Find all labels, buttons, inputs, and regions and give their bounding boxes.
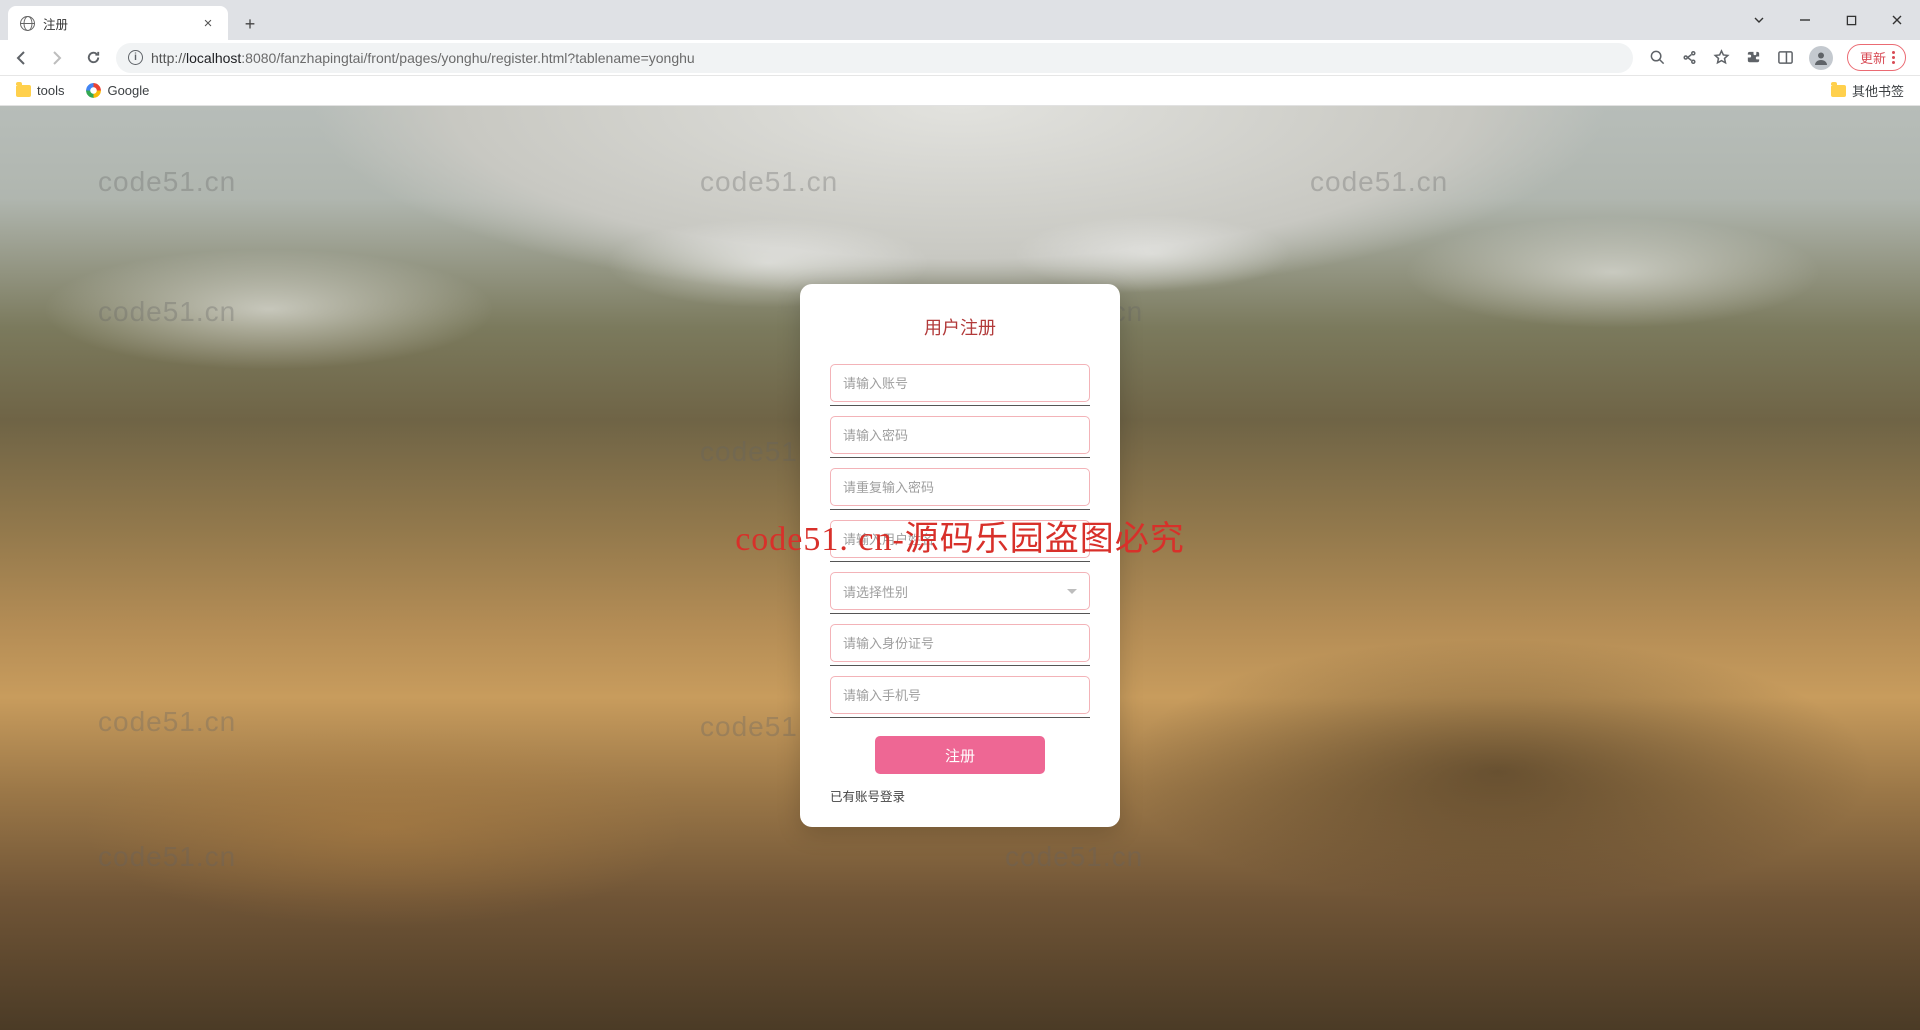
gender-select[interactable]: 请选择性别 xyxy=(830,572,1090,610)
field-password xyxy=(830,416,1090,454)
browser-toolbar: i http://localhost:8080/fanzhapingtai/fr… xyxy=(0,40,1920,76)
field-password-confirm xyxy=(830,468,1090,506)
idcard-input[interactable] xyxy=(830,624,1090,662)
google-icon xyxy=(86,83,101,98)
window-maximize-button[interactable] xyxy=(1828,0,1874,40)
profile-avatar[interactable] xyxy=(1809,46,1833,70)
field-phone xyxy=(830,676,1090,714)
register-card: 用户注册 请选择性别 xyxy=(800,284,1120,827)
globe-icon xyxy=(20,16,35,31)
field-gender: 请选择性别 xyxy=(830,572,1090,610)
field-account xyxy=(830,364,1090,402)
chevron-down-icon xyxy=(1067,589,1077,594)
register-button[interactable]: 注册 xyxy=(875,736,1045,774)
bookmarks-bar: tools Google 其他书签 xyxy=(0,76,1920,106)
update-label: 更新 xyxy=(1860,48,1886,67)
bookmark-other[interactable]: 其他书签 xyxy=(1831,81,1904,100)
password-input[interactable] xyxy=(830,416,1090,454)
phone-input[interactable] xyxy=(830,676,1090,714)
share-icon[interactable] xyxy=(1681,49,1699,67)
register-title: 用户注册 xyxy=(830,314,1090,340)
account-input[interactable] xyxy=(830,364,1090,402)
tab-search-button[interactable] xyxy=(1736,0,1782,40)
login-link[interactable]: 已有账号登录 xyxy=(830,786,1090,805)
new-tab-button[interactable]: + xyxy=(236,10,264,38)
window-close-button[interactable] xyxy=(1874,0,1920,40)
folder-icon xyxy=(1831,85,1846,97)
folder-icon xyxy=(16,85,31,97)
bookmark-google[interactable]: Google xyxy=(86,83,149,98)
browser-tab[interactable]: 注册 × xyxy=(8,6,228,40)
bookmark-star-icon[interactable] xyxy=(1713,49,1731,67)
site-info-icon[interactable]: i xyxy=(128,50,143,65)
nav-back-button[interactable] xyxy=(8,45,34,71)
sidepanel-icon[interactable] xyxy=(1777,49,1795,67)
gender-placeholder: 请选择性别 xyxy=(843,582,908,601)
window-minimize-button[interactable] xyxy=(1782,0,1828,40)
nav-forward-button[interactable] xyxy=(44,45,70,71)
address-bar[interactable]: i http://localhost:8080/fanzhapingtai/fr… xyxy=(116,43,1633,73)
menu-dots-icon xyxy=(1892,56,1895,59)
nav-reload-button[interactable] xyxy=(80,45,106,71)
password-confirm-input[interactable] xyxy=(830,468,1090,506)
field-idcard xyxy=(830,624,1090,662)
tab-close-button[interactable]: × xyxy=(200,15,216,31)
page-viewport: code51.cn code51.cn code51.cn code51.cn … xyxy=(0,106,1920,1030)
url-text: http://localhost:8080/fanzhapingtai/fron… xyxy=(151,50,1621,66)
browser-titlebar: 注册 × + xyxy=(0,0,1920,40)
zoom-icon[interactable] xyxy=(1649,49,1667,67)
update-button[interactable]: 更新 xyxy=(1847,44,1906,71)
bookmark-tools[interactable]: tools xyxy=(16,83,64,98)
extensions-icon[interactable] xyxy=(1745,49,1763,67)
field-name xyxy=(830,520,1090,558)
tab-title: 注册 xyxy=(43,14,192,33)
name-input[interactable] xyxy=(830,520,1090,558)
